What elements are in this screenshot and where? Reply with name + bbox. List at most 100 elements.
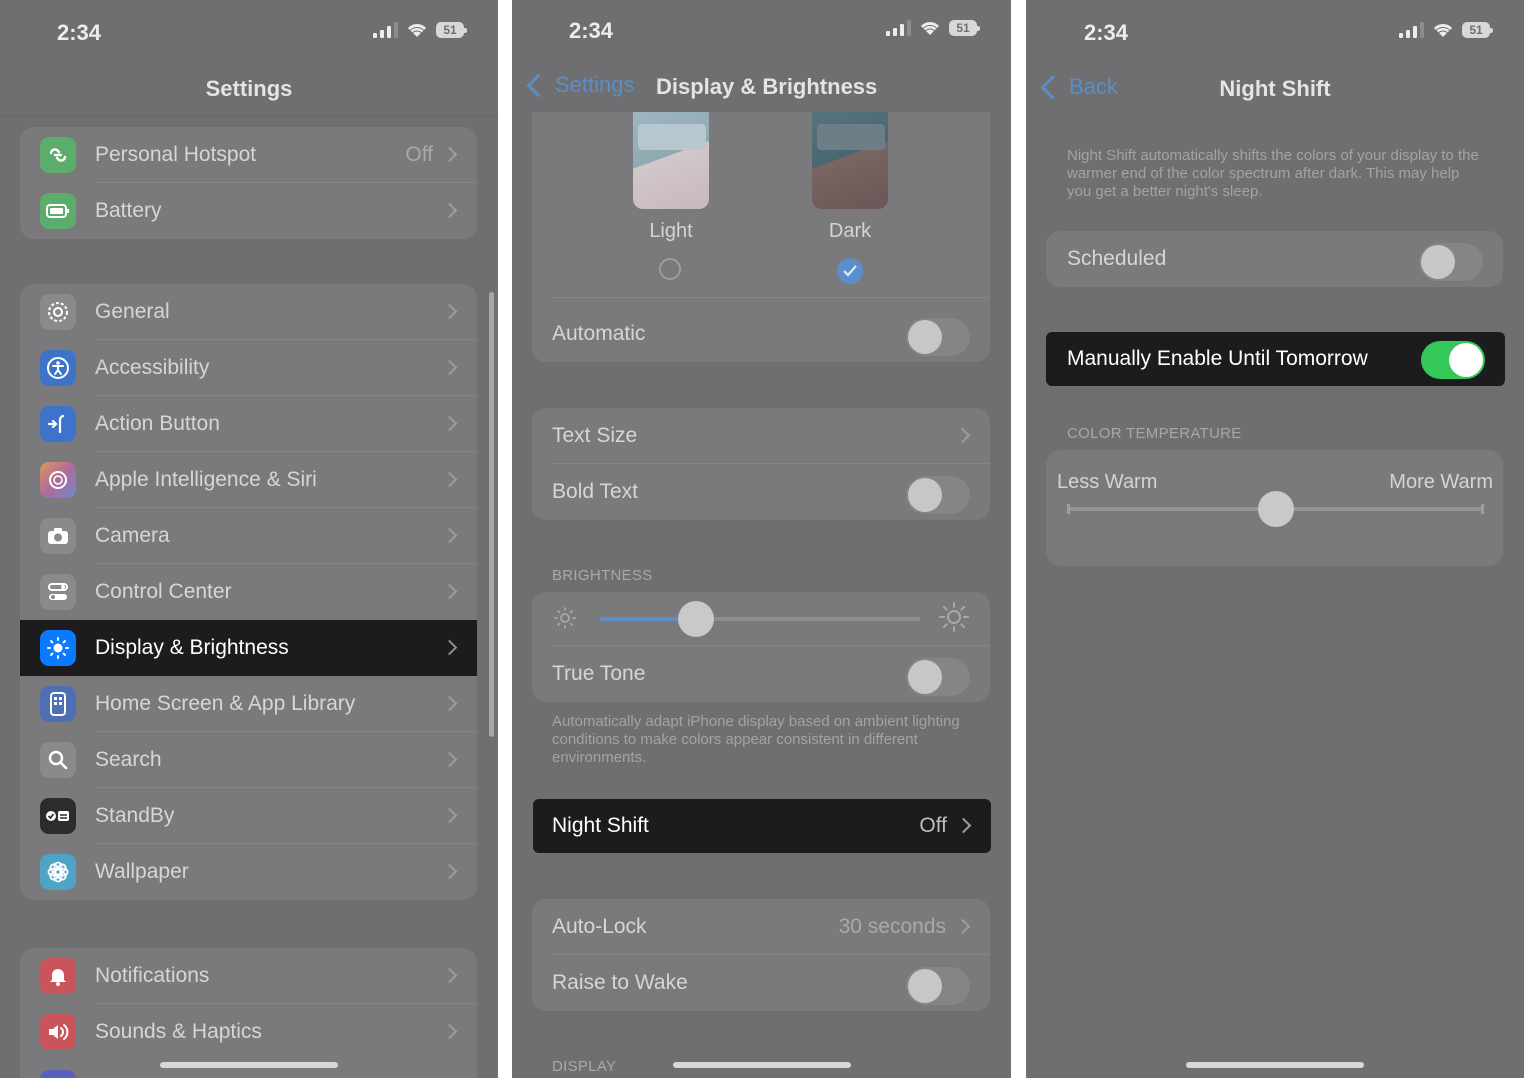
- settings-group-notifications: Notifications Sounds & Haptics: [20, 948, 477, 1078]
- search-icon: [40, 742, 76, 778]
- chevron-right-icon: [441, 471, 458, 488]
- display-brightness-screen: 2:34 51 Settings Display & Brightness Li…: [512, 0, 1011, 1078]
- settings-row-accessibility[interactable]: Accessibility: [20, 340, 477, 396]
- chevron-right-icon: [441, 202, 458, 219]
- text-size-label: Text Size: [552, 424, 638, 447]
- less-warm-label: Less Warm: [1057, 471, 1158, 493]
- true-tone-row: True Tone: [532, 646, 990, 702]
- brightness-slider-row: [532, 592, 990, 646]
- true-tone-label: True Tone: [552, 662, 646, 685]
- wifi-icon: [407, 24, 427, 37]
- bold-text-toggle[interactable]: [906, 476, 970, 514]
- night-shift-group: Night Shift Off: [533, 799, 991, 853]
- settings-row-label: Home Screen & App Library: [95, 692, 356, 715]
- page-title: Display & Brightness: [656, 74, 878, 99]
- settings-row-general[interactable]: General: [20, 284, 477, 340]
- checkmark-icon: [843, 265, 857, 277]
- raise-to-wake-toggle[interactable]: [906, 967, 970, 1005]
- accessibility-icon: [40, 350, 76, 386]
- status-bar: 2:34 51: [0, 0, 498, 60]
- home-screen-icon: [40, 686, 76, 722]
- settings-row-apple-intelligence-siri[interactable]: Apple Intelligence & Siri: [20, 452, 477, 508]
- nav-bar: Settings: [0, 60, 498, 116]
- settings-row-label: Camera: [95, 524, 170, 547]
- settings-row-value: Off: [405, 143, 433, 166]
- chevron-right-icon: [441, 639, 458, 656]
- settings-row-sounds-haptics[interactable]: Sounds & Haptics: [20, 1004, 477, 1060]
- true-tone-footnote: Automatically adapt iPhone display based…: [552, 713, 960, 766]
- text-size-row[interactable]: Text Size: [532, 408, 990, 464]
- chevron-right-icon: [955, 817, 972, 834]
- color-temperature-group: Less Warm More Warm: [1046, 450, 1503, 566]
- scrollbar[interactable]: [489, 292, 494, 737]
- settings-screen: 2:34 51 Settings Personal Hotspot Off Ba…: [0, 0, 498, 1078]
- control-center-icon: [40, 574, 76, 610]
- raise-to-wake-row: Raise to Wake: [532, 955, 990, 1011]
- scheduled-toggle[interactable]: [1419, 243, 1483, 281]
- display-section-header: DISPLAY: [552, 1058, 617, 1075]
- settings-row-search[interactable]: Search: [20, 732, 477, 788]
- page-title: Night Shift: [1219, 76, 1331, 101]
- bold-text-label: Bold Text: [552, 480, 638, 503]
- brightness-slider-thumb[interactable]: [678, 601, 714, 637]
- nav-bar: Back Night Shift: [1026, 60, 1524, 116]
- scheduled-group: Scheduled: [1046, 231, 1503, 287]
- settings-row-label: StandBy: [95, 804, 175, 827]
- settings-row-battery[interactable]: Battery: [20, 183, 477, 239]
- text-group: Text Size Bold Text: [532, 408, 990, 520]
- light-mode-preview[interactable]: [633, 112, 709, 209]
- bold-text-row: Bold Text: [532, 464, 990, 520]
- chevron-right-icon: [441, 303, 458, 320]
- chevron-right-icon: [441, 695, 458, 712]
- automatic-row: Automatic: [532, 306, 990, 362]
- settings-row-action-button[interactable]: Action Button: [20, 396, 477, 452]
- night-shift-row[interactable]: Night Shift Off: [533, 799, 991, 853]
- settings-row-wallpaper[interactable]: Wallpaper: [20, 844, 477, 900]
- settings-row-personal-hotspot[interactable]: Personal Hotspot Off: [20, 127, 477, 183]
- auto-lock-row[interactable]: Auto-Lock 30 seconds: [532, 899, 990, 955]
- night-shift-label: Night Shift: [552, 814, 649, 837]
- true-tone-toggle[interactable]: [906, 658, 970, 696]
- back-button[interactable]: Settings: [524, 72, 635, 98]
- brightness-slider-track[interactable]: [600, 601, 920, 637]
- dark-radio-checked[interactable]: [837, 258, 863, 284]
- settings-row-label: Accessibility: [95, 356, 210, 379]
- settings-row-label: Control Center: [95, 580, 232, 603]
- sun-large-icon: [939, 602, 969, 632]
- settings-group-connectivity: Personal Hotspot Off Battery: [20, 127, 477, 239]
- status-time: 2:34: [57, 20, 102, 45]
- automatic-toggle[interactable]: [906, 318, 970, 356]
- night-shift-value: Off: [919, 814, 947, 837]
- color-temperature-section-header: COLOR TEMPERATURE: [1067, 425, 1242, 442]
- home-indicator[interactable]: [160, 1062, 338, 1068]
- settings-row-notifications[interactable]: Notifications: [20, 948, 477, 1004]
- settings-row-label: Notifications: [95, 964, 210, 987]
- settings-row-home-screen[interactable]: Home Screen & App Library: [20, 676, 477, 732]
- settings-row-control-center[interactable]: Control Center: [20, 564, 477, 620]
- notifications-icon: [40, 958, 76, 994]
- status-icons: 51: [1399, 22, 1493, 38]
- camera-icon: [40, 518, 76, 554]
- settings-row-label: Apple Intelligence & Siri: [95, 468, 317, 491]
- home-indicator[interactable]: [1186, 1062, 1364, 1068]
- settings-row-label: Sounds & Haptics: [95, 1020, 262, 1043]
- dark-mode-preview[interactable]: [812, 112, 888, 209]
- battery-level-icon: 51: [1462, 22, 1493, 38]
- home-indicator[interactable]: [672, 1062, 851, 1068]
- status-bar: 2:34 51: [1026, 0, 1524, 60]
- chevron-right-icon: [954, 918, 971, 935]
- personal-hotspot-icon: [40, 137, 76, 173]
- chevron-right-icon: [441, 1023, 458, 1040]
- temperature-slider-track[interactable]: [1067, 491, 1484, 527]
- temperature-slider-thumb[interactable]: [1257, 491, 1294, 527]
- settings-row-display-brightness[interactable]: Display & Brightness: [20, 620, 477, 676]
- night-shift-description: Night Shift automatically shifts the col…: [1067, 147, 1479, 200]
- settings-row-standby[interactable]: StandBy: [20, 788, 477, 844]
- wifi-icon: [1433, 24, 1453, 37]
- nav-bar: Settings Display & Brightness: [512, 58, 1011, 114]
- manual-enable-toggle[interactable]: [1421, 341, 1485, 379]
- focus-icon: [40, 1070, 76, 1078]
- wifi-icon: [920, 22, 940, 35]
- light-radio[interactable]: [659, 258, 681, 280]
- settings-row-camera[interactable]: Camera: [20, 508, 477, 564]
